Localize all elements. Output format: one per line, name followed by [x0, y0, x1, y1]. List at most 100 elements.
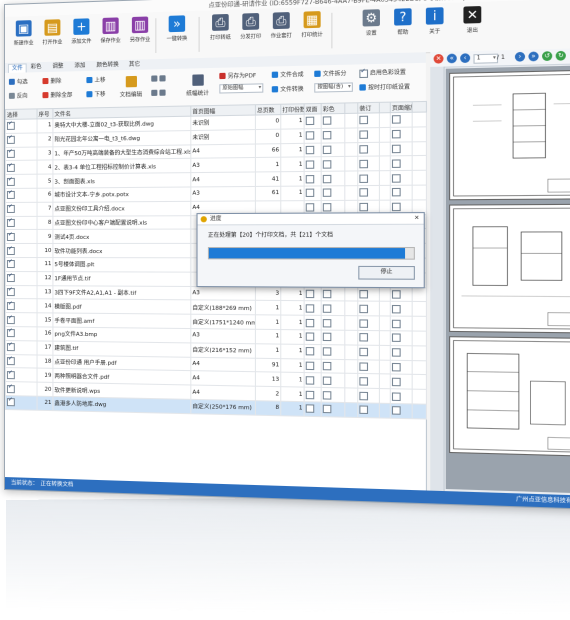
color-print-setting-button[interactable]: 按时打印纸设置 — [359, 82, 410, 92]
row-checkbox[interactable] — [6, 163, 15, 172]
page-viewer[interactable] — [445, 65, 570, 494]
toolbar-button-batch-print[interactable]: ⎙ 作业套打 — [265, 12, 297, 40]
page-stats-button[interactable]: 纸幅统计 — [182, 74, 213, 97]
scale-checkbox[interactable] — [391, 130, 401, 139]
column-header[interactable] — [412, 101, 427, 113]
color-checkbox[interactable] — [322, 405, 332, 414]
file-merge-button[interactable]: 文件合成 — [271, 70, 304, 79]
color-checkbox[interactable] — [322, 145, 332, 155]
color-checkbox[interactable] — [322, 116, 332, 126]
rotate-icon[interactable] — [159, 89, 166, 96]
color-checkbox[interactable] — [322, 289, 332, 299]
binding-checkbox[interactable] — [359, 304, 369, 313]
row-checkbox[interactable] — [6, 370, 15, 379]
color-checkbox[interactable] — [322, 188, 332, 198]
toolbar-button-help[interactable]: ? 帮助 — [386, 8, 419, 36]
scale-checkbox[interactable] — [391, 304, 401, 314]
scale-checkbox[interactable] — [391, 319, 401, 328]
duplex-checkbox[interactable] — [305, 203, 315, 212]
rotate-left-icon[interactable]: ↺ — [542, 51, 553, 62]
color-checkbox[interactable] — [322, 304, 332, 313]
tab-other[interactable]: 其它 — [129, 61, 140, 70]
file-convert-button[interactable]: 文件转换 — [271, 85, 304, 94]
binding-checkbox[interactable] — [359, 362, 369, 371]
scale-checkbox[interactable] — [391, 362, 401, 372]
column-header[interactable]: 选择 — [5, 108, 38, 120]
distribute-icon[interactable] — [151, 89, 158, 96]
color-checkbox[interactable] — [322, 159, 332, 169]
binding-checkbox[interactable] — [359, 145, 369, 154]
row-checkbox[interactable] — [6, 315, 15, 324]
size-select[interactable]: 按图幅(含) — [314, 82, 353, 93]
binding-checkbox[interactable] — [359, 376, 369, 386]
color-checkbox[interactable] — [322, 131, 332, 140]
row-checkbox[interactable] — [6, 384, 15, 393]
move-down-button[interactable]: 下移 — [86, 90, 106, 99]
scale-checkbox[interactable] — [391, 115, 401, 125]
row-checkbox[interactable] — [6, 356, 15, 366]
row-checkbox[interactable] — [6, 343, 15, 352]
column-header[interactable]: 彩色 — [321, 102, 345, 114]
toolbar-button-save[interactable]: ▥ 保存作业 — [95, 17, 125, 44]
column-header[interactable]: 页面缩放 — [390, 101, 413, 113]
binding-checkbox[interactable] — [359, 203, 369, 212]
binding-checkbox[interactable] — [359, 130, 369, 140]
doc-edit-button[interactable]: 文档编辑 — [118, 75, 144, 99]
move-up-button[interactable]: 上移 — [86, 76, 106, 85]
scale-checkbox[interactable] — [391, 333, 401, 343]
thumbnail-strip[interactable] — [430, 66, 445, 492]
toolbar-button-statistics[interactable]: ▦ 打印统计 — [296, 11, 328, 39]
scale-checkbox[interactable] — [391, 290, 401, 299]
page-number-input[interactable]: 1 — [473, 53, 499, 64]
dialog-close-icon[interactable]: ✕ — [414, 213, 419, 224]
row-checkbox[interactable] — [6, 274, 15, 283]
align-center-icon[interactable] — [159, 75, 166, 82]
duplex-checkbox[interactable] — [305, 304, 315, 313]
enable-color-settings-checkbox[interactable]: 启用色彩设置 — [359, 68, 406, 78]
reverse-button[interactable]: 反向 — [8, 91, 28, 100]
duplex-checkbox[interactable] — [305, 390, 315, 399]
delete-all-button[interactable]: 删除全部 — [42, 91, 72, 100]
color-checkbox[interactable] — [322, 332, 332, 342]
scale-checkbox[interactable] — [391, 202, 401, 212]
toolbar-button-distribute-print[interactable]: ⎙ 分发打印 — [235, 12, 267, 41]
tab-color[interactable]: 彩色 — [31, 63, 42, 72]
toolbar-button-convert-arrow[interactable]: » 一键转换 — [161, 15, 192, 43]
row-checkbox[interactable] — [6, 205, 15, 214]
duplex-checkbox[interactable] — [305, 160, 315, 169]
binding-checkbox[interactable] — [359, 318, 369, 328]
scale-checkbox[interactable] — [391, 406, 401, 416]
row-checkbox[interactable] — [6, 177, 15, 186]
color-checkbox[interactable] — [322, 376, 332, 385]
toolbar-button-save-as[interactable]: ▥ 另存作业 — [125, 16, 156, 44]
color-checkbox[interactable] — [322, 203, 332, 212]
binding-checkbox[interactable] — [359, 289, 369, 299]
row-checkbox[interactable] — [6, 149, 15, 158]
duplex-checkbox[interactable] — [305, 188, 315, 198]
scale-checkbox[interactable] — [391, 391, 401, 401]
rotate-right-icon[interactable]: ↻ — [555, 50, 566, 61]
scale-checkbox[interactable] — [391, 188, 401, 197]
column-header[interactable]: 打印份数 — [280, 103, 305, 115]
file-split-button[interactable]: 文件拆分 — [314, 69, 346, 78]
close-preview-icon[interactable]: ✕ — [433, 53, 444, 64]
first-page-icon[interactable]: « — [446, 53, 457, 64]
column-header[interactable]: 双面 — [304, 103, 322, 115]
column-header[interactable]: 序号 — [37, 108, 53, 119]
binding-checkbox[interactable] — [359, 174, 369, 183]
toolbar-button-open-folder[interactable]: ▤ 打开作业 — [38, 19, 68, 46]
duplex-checkbox[interactable] — [305, 117, 315, 126]
select-all-button[interactable]: 勾选 — [8, 77, 28, 86]
column-header[interactable]: 装订 — [357, 102, 380, 114]
binding-checkbox[interactable] — [359, 347, 369, 357]
scale-checkbox[interactable] — [391, 144, 401, 154]
row-checkbox[interactable] — [6, 136, 15, 145]
column-header[interactable] — [344, 102, 358, 114]
duplex-checkbox[interactable] — [305, 174, 315, 184]
stop-button[interactable]: 停止 — [358, 265, 415, 280]
toolbar-button-new-doc[interactable]: ▣ 新建作业 — [9, 20, 39, 47]
row-checkbox[interactable] — [6, 232, 15, 241]
scale-checkbox[interactable] — [391, 377, 401, 386]
column-header[interactable] — [379, 102, 391, 113]
tab-adjust[interactable]: 调整 — [52, 62, 63, 71]
